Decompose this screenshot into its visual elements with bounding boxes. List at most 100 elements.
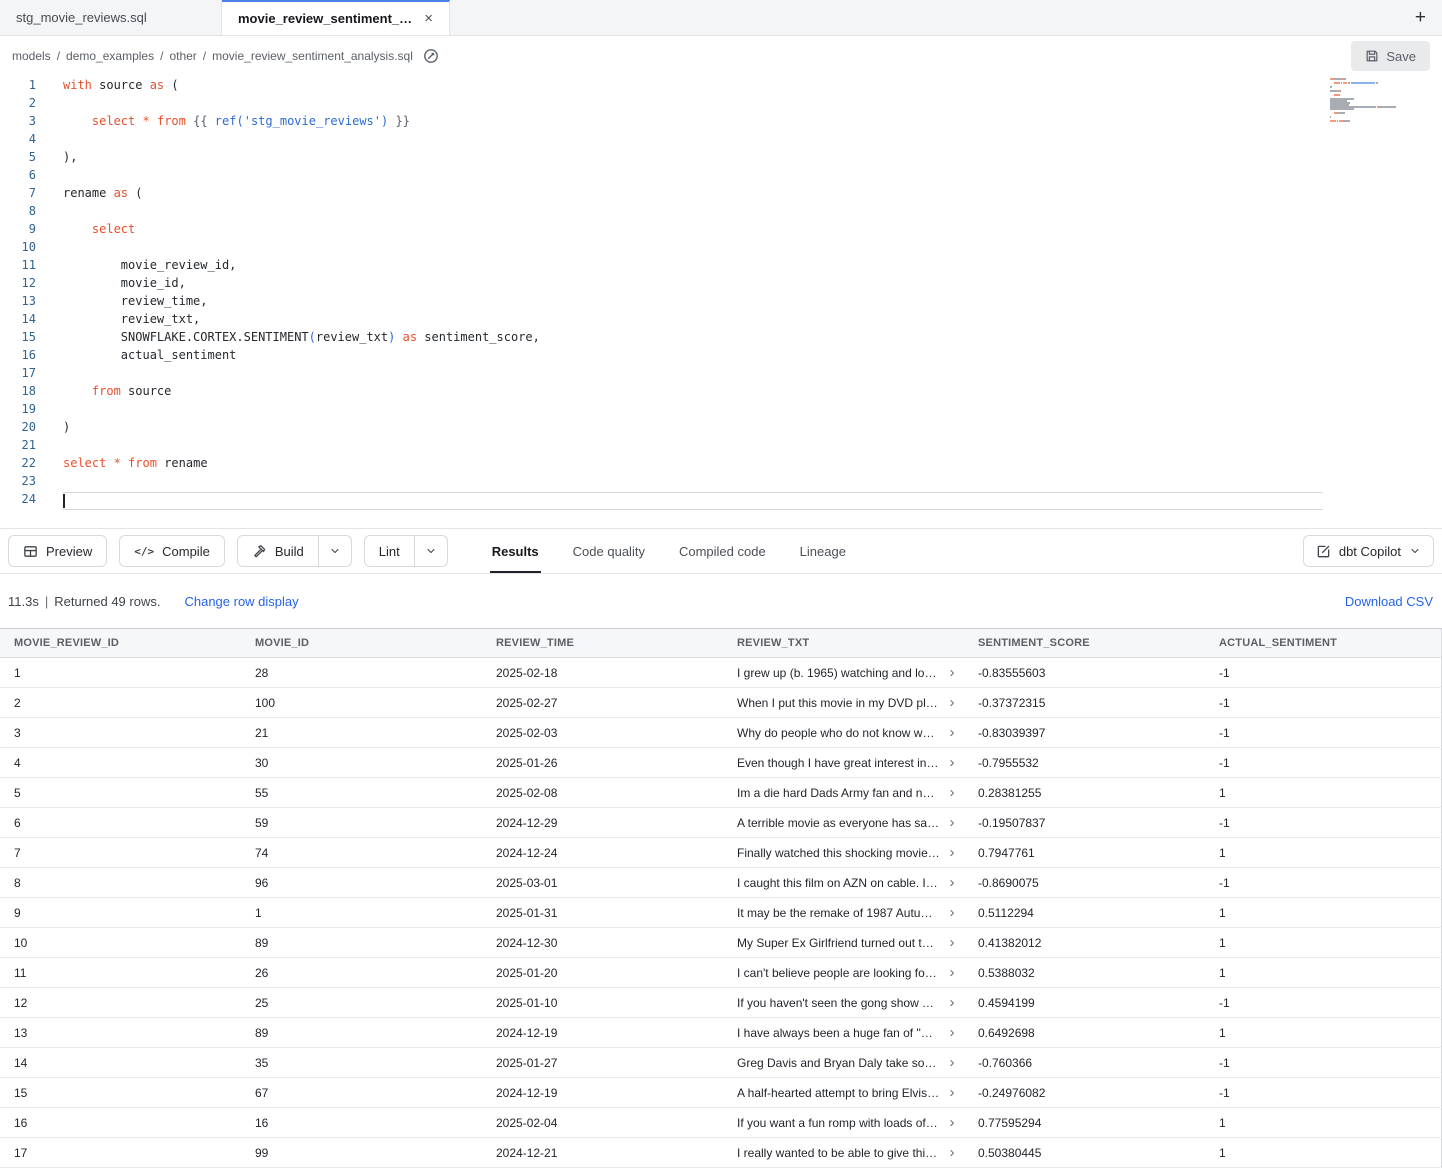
column-header-actual-sentiment[interactable]: ACTUAL_SENTIMENT xyxy=(1205,629,1441,658)
editor-code[interactable]: with source as ( select * from {{ ref('s… xyxy=(55,76,1323,528)
expand-review-icon[interactable]: › xyxy=(946,905,958,920)
expand-review-icon[interactable]: › xyxy=(946,875,958,890)
close-icon[interactable]: × xyxy=(414,11,433,26)
new-tab-button[interactable]: + xyxy=(1409,0,1432,36)
code-line[interactable]: from source xyxy=(63,384,1323,402)
cell-actual-sentiment: -1 xyxy=(1205,868,1441,898)
chevron-down-icon xyxy=(425,545,437,557)
code-line[interactable]: select xyxy=(63,222,1323,240)
expand-review-icon[interactable]: › xyxy=(946,725,958,740)
expand-review-icon[interactable]: › xyxy=(946,845,958,860)
breadcrumb-demo-examples[interactable]: demo_examples xyxy=(66,49,154,63)
expand-review-icon[interactable]: › xyxy=(946,995,958,1010)
code-line[interactable]: with source as ( xyxy=(63,78,1323,96)
review-text: If you want a fun romp with loads of s… xyxy=(737,1116,940,1130)
save-button[interactable]: Save xyxy=(1351,41,1430,71)
cell-sentiment-score: 0.41382012 xyxy=(964,928,1205,958)
code-line[interactable]: review_txt, xyxy=(63,312,1323,330)
expand-review-icon[interactable]: › xyxy=(946,695,958,710)
code-line[interactable]: rename as ( xyxy=(63,186,1323,204)
code-line[interactable]: movie_review_id, xyxy=(63,258,1323,276)
compile-code-icon: </> xyxy=(134,545,154,558)
review-text: I can't believe people are looking for a… xyxy=(737,966,940,980)
code-line[interactable]: actual_sentiment xyxy=(63,348,1323,366)
cell-actual-sentiment: -1 xyxy=(1205,718,1441,748)
cell-review-time: 2025-01-10 xyxy=(482,988,723,1018)
cell-review-txt: If you want a fun romp with loads of s… › xyxy=(723,1108,964,1138)
code-line[interactable]: select * from rename xyxy=(63,456,1323,474)
row-count-summary: Returned 49 rows. xyxy=(54,594,160,609)
expand-review-icon[interactable]: › xyxy=(946,785,958,800)
tab-movie-review-sentiment[interactable]: movie_review_sentiment_… × xyxy=(222,0,450,35)
tab-code-quality[interactable]: Code quality xyxy=(571,529,647,573)
code-line[interactable] xyxy=(63,402,1323,420)
tab-stg-movie-reviews[interactable]: stg_movie_reviews.sql xyxy=(0,0,222,35)
code-line[interactable]: ) xyxy=(63,420,1323,438)
table-row: 12252025-01-10If you haven't seen the go… xyxy=(0,988,1441,1018)
code-line[interactable]: SNOWFLAKE.CORTEX.SENTIMENT(review_txt) a… xyxy=(63,330,1323,348)
code-line[interactable] xyxy=(63,438,1323,456)
expand-review-icon[interactable]: › xyxy=(946,755,958,770)
copilot-icon[interactable] xyxy=(423,48,439,64)
code-line[interactable] xyxy=(63,492,1323,510)
code-line[interactable]: ), xyxy=(63,150,1323,168)
cell-movie-review-id: 12 xyxy=(0,988,241,1018)
expand-review-icon[interactable]: › xyxy=(946,1145,958,1160)
expand-review-icon[interactable]: › xyxy=(946,1055,958,1070)
cell-sentiment-score: 0.4594199 xyxy=(964,988,1205,1018)
code-line[interactable] xyxy=(63,132,1323,150)
tab-label: Compiled code xyxy=(679,544,766,559)
expand-review-icon[interactable]: › xyxy=(946,965,958,980)
cell-movie-id: 89 xyxy=(241,1018,482,1048)
build-button[interactable]: Build xyxy=(237,535,319,567)
cell-movie-id: 1 xyxy=(241,898,482,928)
code-line[interactable] xyxy=(63,240,1323,258)
column-header-review-time[interactable]: REVIEW_TIME xyxy=(482,629,723,658)
code-line[interactable]: movie_id, xyxy=(63,276,1323,294)
cell-actual-sentiment: 1 xyxy=(1205,958,1441,988)
dbt-copilot-button[interactable]: dbt Copilot xyxy=(1303,535,1434,567)
breadcrumb-other[interactable]: other xyxy=(169,49,196,63)
line-number: 19 xyxy=(0,402,55,420)
cell-movie-id: 25 xyxy=(241,988,482,1018)
code-line[interactable]: review_time, xyxy=(63,294,1323,312)
expand-review-icon[interactable]: › xyxy=(946,1025,958,1040)
change-row-display-link[interactable]: Change row display xyxy=(184,594,298,609)
code-line[interactable] xyxy=(63,204,1323,222)
code-line[interactable] xyxy=(63,366,1323,384)
compile-label: Compile xyxy=(162,544,210,559)
lint-options-button[interactable] xyxy=(415,535,448,567)
expand-review-icon[interactable]: › xyxy=(946,1115,958,1130)
code-line[interactable] xyxy=(63,168,1323,186)
column-header-sentiment-score[interactable]: SENTIMENT_SCORE xyxy=(964,629,1205,658)
file-header-bar: models / demo_examples / other / movie_r… xyxy=(0,36,1442,76)
tab-compiled-code[interactable]: Compiled code xyxy=(677,529,768,573)
cell-review-txt: Greg Davis and Bryan Daly take some …› xyxy=(723,1048,964,1078)
column-header-review-txt[interactable]: REVIEW_TXT xyxy=(723,629,964,658)
expand-review-icon[interactable]: › xyxy=(946,665,958,680)
preview-button[interactable]: Preview xyxy=(8,535,107,567)
code-editor[interactable]: 123456789101112131415161718192021222324 … xyxy=(0,76,1442,528)
breadcrumb-models[interactable]: models xyxy=(12,49,51,63)
column-header-movie-review-id[interactable]: MOVIE_REVIEW_ID xyxy=(0,629,241,658)
cell-movie-review-id: 10 xyxy=(0,928,241,958)
line-number: 15 xyxy=(0,330,55,348)
cell-movie-review-id: 8 xyxy=(0,868,241,898)
cell-movie-id: 74 xyxy=(241,838,482,868)
download-csv-link[interactable]: Download CSV xyxy=(1345,594,1434,609)
expand-review-icon[interactable]: › xyxy=(946,1085,958,1100)
cell-movie-id: 16 xyxy=(241,1108,482,1138)
tab-results[interactable]: Results xyxy=(490,529,541,573)
build-options-button[interactable] xyxy=(319,535,352,567)
compile-button[interactable]: </> Compile xyxy=(119,535,225,567)
expand-review-icon[interactable]: › xyxy=(946,935,958,950)
code-line[interactable] xyxy=(63,96,1323,114)
minimap[interactable] xyxy=(1330,78,1398,126)
results-tab-bar: Results Code quality Compiled code Linea… xyxy=(490,529,848,573)
code-line[interactable]: select * from {{ ref('stg_movie_reviews'… xyxy=(63,114,1323,132)
tab-lineage[interactable]: Lineage xyxy=(798,529,848,573)
expand-review-icon[interactable]: › xyxy=(946,815,958,830)
code-line[interactable] xyxy=(63,474,1323,492)
lint-button[interactable]: Lint xyxy=(364,535,415,567)
column-header-movie-id[interactable]: MOVIE_ID xyxy=(241,629,482,658)
